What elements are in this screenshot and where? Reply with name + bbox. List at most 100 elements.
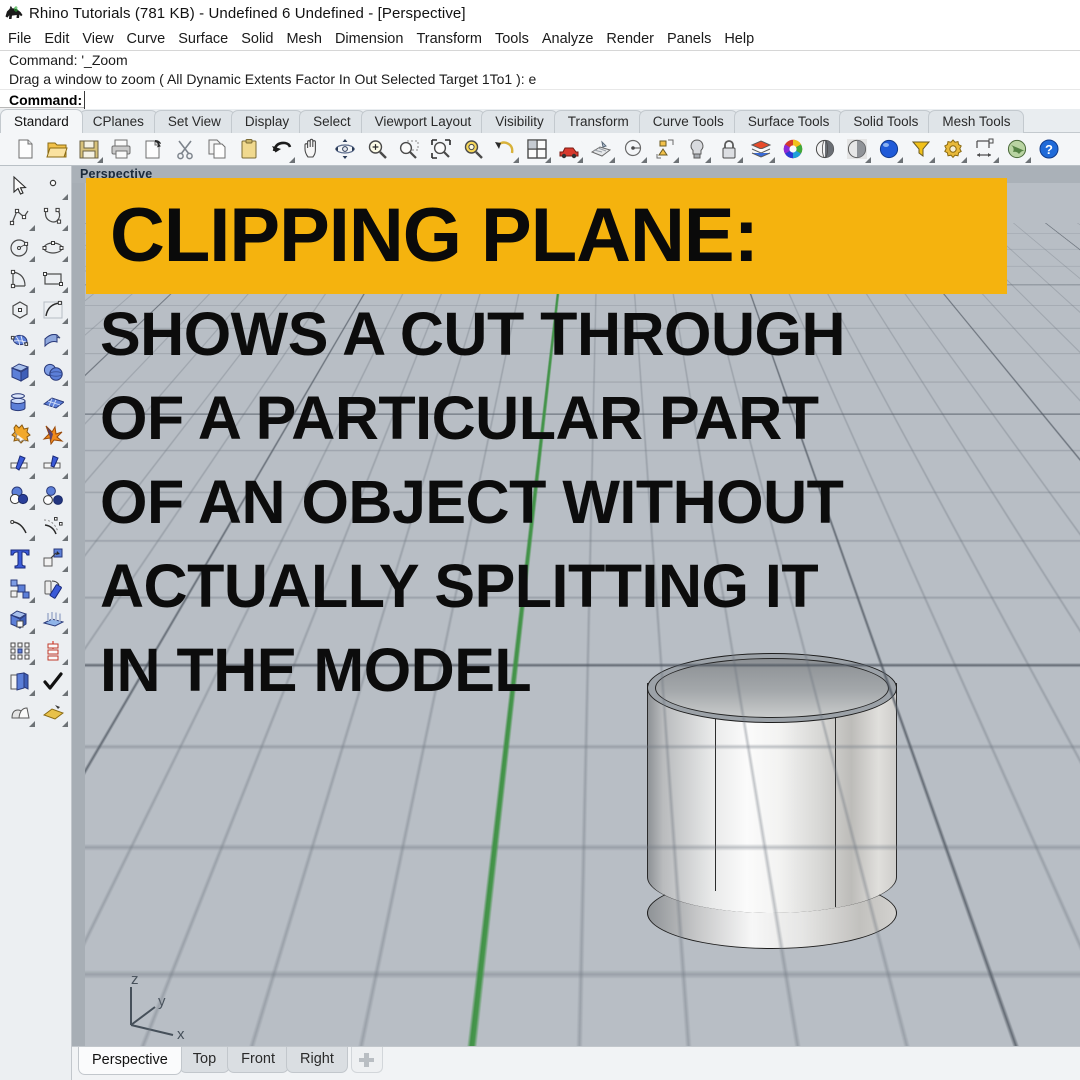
array-linear-icon[interactable] <box>36 604 69 635</box>
command-input[interactable] <box>84 90 1080 110</box>
viewport-tab-top[interactable]: Top <box>178 1047 231 1073</box>
menu-panels[interactable]: Panels <box>667 31 711 47</box>
cylinder-solid-icon[interactable] <box>3 387 36 418</box>
clipping-plane-icon[interactable] <box>36 697 69 728</box>
ghosted-viewport-icon[interactable] <box>841 134 873 164</box>
new-file-icon[interactable] <box>9 134 41 164</box>
light-bulb-icon[interactable] <box>681 134 713 164</box>
scale-icon[interactable] <box>3 604 36 635</box>
tab-cplanes[interactable]: CPlanes <box>78 110 158 133</box>
tab-select[interactable]: Select <box>299 110 365 133</box>
help-icon[interactable]: ? <box>1033 134 1065 164</box>
undo-icon[interactable] <box>265 134 297 164</box>
circle-icon[interactable] <box>3 232 36 263</box>
options-gear-icon[interactable] <box>937 134 969 164</box>
set-cplane-icon[interactable] <box>617 134 649 164</box>
tab-viewport-layout[interactable]: Viewport Layout <box>360 110 486 133</box>
shaded-viewport-icon[interactable] <box>809 134 841 164</box>
move-icon[interactable] <box>36 542 69 573</box>
cut-icon[interactable] <box>169 134 201 164</box>
render-icon[interactable] <box>553 134 585 164</box>
tab-visibility[interactable]: Visibility <box>481 110 558 133</box>
boolean-union-icon[interactable] <box>3 418 36 449</box>
color-wheel-icon[interactable] <box>777 134 809 164</box>
tab-mesh-tools[interactable]: Mesh Tools <box>928 110 1025 133</box>
save-file-icon[interactable] <box>73 134 105 164</box>
menu-view[interactable]: View <box>82 31 113 47</box>
object-properties-icon[interactable] <box>649 134 681 164</box>
undo-view-change-icon[interactable] <box>489 134 521 164</box>
menu-dimension[interactable]: Dimension <box>335 31 404 47</box>
four-viewport-layout-icon[interactable] <box>521 134 553 164</box>
viewport-tab-perspective[interactable]: Perspective <box>78 1047 182 1075</box>
viewport-tab-front[interactable]: Front <box>227 1047 289 1073</box>
add-viewport-tab-button[interactable] <box>350 1047 383 1073</box>
zoom-window-icon[interactable] <box>393 134 425 164</box>
menu-help[interactable]: Help <box>724 31 754 47</box>
viewport-tab-right[interactable]: Right <box>286 1047 348 1073</box>
tab-standard[interactable]: Standard <box>0 109 83 133</box>
paste-icon[interactable] <box>233 134 265 164</box>
box-solid-icon[interactable] <box>3 356 36 387</box>
menu-curve[interactable]: Curve <box>127 31 166 47</box>
menu-transform[interactable]: Transform <box>416 31 482 47</box>
menu-file[interactable]: File <box>8 31 31 47</box>
copy-to-clipboard-icon[interactable] <box>137 134 169 164</box>
menu-mesh[interactable]: Mesh <box>286 31 321 47</box>
group-objects-icon[interactable] <box>3 666 36 697</box>
join-icon[interactable] <box>3 697 36 728</box>
copy-icon[interactable] <box>201 134 233 164</box>
select-filter-icon[interactable] <box>905 134 937 164</box>
surface-mesh-icon[interactable] <box>36 387 69 418</box>
pan-hand-icon[interactable] <box>297 134 329 164</box>
curve-interpolate-icon[interactable] <box>36 201 69 232</box>
curve-blend-icon[interactable] <box>36 294 69 325</box>
rotate-view-icon[interactable] <box>329 134 361 164</box>
earth-render-icon[interactable] <box>1001 134 1033 164</box>
zoom-extents-icon[interactable] <box>425 134 457 164</box>
extrude-surface-icon[interactable] <box>36 325 69 356</box>
rectangle-icon[interactable] <box>36 263 69 294</box>
text-object-icon[interactable] <box>3 542 36 573</box>
split-icon[interactable] <box>36 449 69 480</box>
point-object-icon[interactable] <box>36 170 69 201</box>
ellipse-icon[interactable] <box>36 232 69 263</box>
tab-transform[interactable]: Transform <box>553 110 643 133</box>
tab-solid-tools[interactable]: Solid Tools <box>839 110 933 133</box>
mirror-icon[interactable] <box>36 635 69 666</box>
offset-curve-icon[interactable] <box>36 511 69 542</box>
polygon-icon[interactable] <box>3 294 36 325</box>
explode-icon[interactable] <box>36 418 69 449</box>
tab-surface-tools[interactable]: Surface Tools <box>733 110 844 133</box>
polyline-icon[interactable] <box>3 201 36 232</box>
print-icon[interactable] <box>105 134 137 164</box>
dimension-icon[interactable] <box>969 134 1001 164</box>
zoom-in-out-icon[interactable] <box>361 134 393 164</box>
copy-objects-icon[interactable] <box>3 573 36 604</box>
surface-from-points-icon[interactable] <box>3 325 36 356</box>
menu-render[interactable]: Render <box>606 31 654 47</box>
tab-set-view[interactable]: Set View <box>153 110 235 133</box>
boolean-difference-icon[interactable] <box>3 480 36 511</box>
array-rectangular-icon[interactable] <box>3 635 36 666</box>
rendered-viewport-icon[interactable] <box>873 134 905 164</box>
fillet-curve-icon[interactable] <box>3 511 36 542</box>
trim-icon[interactable] <box>3 449 36 480</box>
zoom-selected-icon[interactable] <box>457 134 489 164</box>
menu-surface[interactable]: Surface <box>178 31 228 47</box>
rotate-objects-icon[interactable] <box>36 573 69 604</box>
menu-solid[interactable]: Solid <box>241 31 273 47</box>
boolean-intersection-icon[interactable] <box>36 480 69 511</box>
open-file-icon[interactable] <box>41 134 73 164</box>
tab-curve-tools[interactable]: Curve Tools <box>638 110 738 133</box>
sphere-solid-icon[interactable] <box>36 356 69 387</box>
menu-analyze[interactable]: Analyze <box>542 31 594 47</box>
lock-object-icon[interactable] <box>713 134 745 164</box>
shade-icon[interactable] <box>585 134 617 164</box>
tab-display[interactable]: Display <box>230 110 304 133</box>
menu-edit[interactable]: Edit <box>44 31 69 47</box>
menu-tools[interactable]: Tools <box>495 31 529 47</box>
select-arrow-icon[interactable] <box>3 170 36 201</box>
check-object-icon[interactable] <box>36 666 69 697</box>
layers-icon[interactable] <box>745 134 777 164</box>
